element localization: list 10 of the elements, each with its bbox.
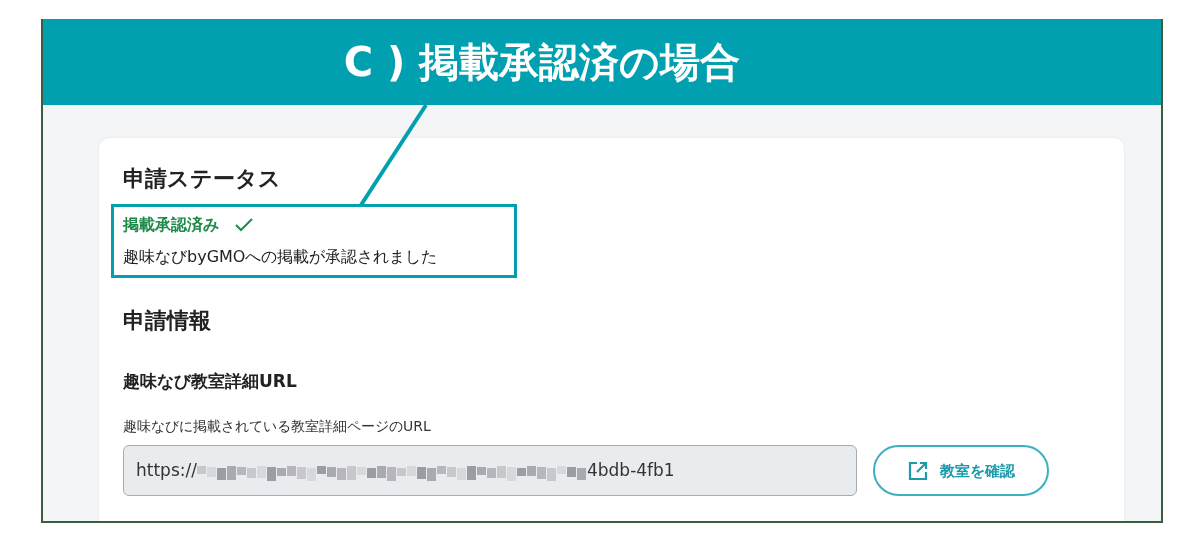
section-heading: 申請情報 [123, 308, 212, 335]
field-label: 趣味なび教室詳細URL [123, 369, 298, 393]
check-icon [235, 218, 253, 233]
section-heading: 申請ステータス [123, 166, 282, 193]
status-message: 趣味なびbyGMOへの掲載が承認されました [123, 246, 439, 269]
status-text: 掲載承認済み [123, 214, 219, 237]
field-hint: 趣味なびに掲載されている教室詳細ページのURL [123, 417, 432, 437]
banner-title: C ) 掲載承認済の場合 [343, 38, 742, 86]
url-field[interactable]: https:// 4bdb-4fb1 [123, 445, 857, 497]
external-link-icon [907, 460, 928, 481]
